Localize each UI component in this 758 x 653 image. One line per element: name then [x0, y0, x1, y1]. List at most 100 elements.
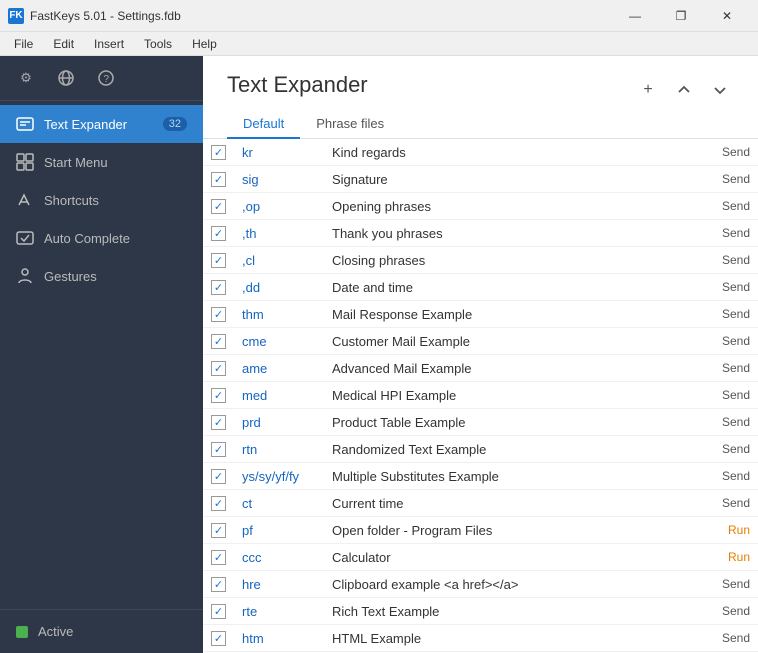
row-checkbox-cell: ✓: [203, 328, 234, 355]
menu-edit[interactable]: Edit: [43, 35, 84, 53]
table-row[interactable]: ✓,thThank you phrasesSend: [203, 220, 758, 247]
table-row[interactable]: ✓medMedical HPI ExampleSend: [203, 382, 758, 409]
action-cell: Send: [698, 436, 758, 463]
table-row[interactable]: ✓,opOpening phrasesSend: [203, 193, 758, 220]
checkbox[interactable]: ✓: [211, 172, 226, 187]
menu-help[interactable]: Help: [182, 35, 227, 53]
status-label: Active: [38, 624, 73, 639]
checkbox[interactable]: ✓: [211, 361, 226, 376]
sidebar-item-start-menu[interactable]: Start Menu: [0, 143, 203, 181]
checkbox[interactable]: ✓: [211, 577, 226, 592]
checkbox[interactable]: ✓: [211, 280, 226, 295]
title-bar-controls: — ❐ ✕: [612, 0, 750, 32]
sidebar-item-text-expander[interactable]: Text Expander 32: [0, 105, 203, 143]
sidebar-item-shortcuts-label: Shortcuts: [44, 193, 187, 208]
table-row[interactable]: ✓ctCurrent timeSend: [203, 490, 758, 517]
tab-phrase-files[interactable]: Phrase files: [300, 110, 400, 139]
add-button[interactable]: +: [634, 76, 662, 104]
description-cell: Product Table Example: [324, 409, 698, 436]
close-button[interactable]: ✕: [704, 0, 750, 32]
shortcut-cell: med: [234, 382, 324, 409]
description-cell: Multiple Substitutes Example: [324, 463, 698, 490]
app-icon: FK: [8, 8, 24, 24]
minimize-button[interactable]: —: [612, 0, 658, 32]
checkbox[interactable]: ✓: [211, 145, 226, 160]
globe-icon[interactable]: [54, 66, 78, 90]
start-menu-icon: [16, 153, 34, 171]
action-cell: Send: [698, 274, 758, 301]
down-button[interactable]: [706, 76, 734, 104]
checkbox[interactable]: ✓: [211, 496, 226, 511]
shortcut-cell: rtn: [234, 436, 324, 463]
checkbox[interactable]: ✓: [211, 307, 226, 322]
checkbox[interactable]: ✓: [211, 604, 226, 619]
checkbox[interactable]: ✓: [211, 523, 226, 538]
header-left: Text Expander Default Phrase files: [227, 72, 400, 138]
sidebar-item-text-expander-label: Text Expander: [44, 117, 153, 132]
row-checkbox-cell: ✓: [203, 463, 234, 490]
menu-tools[interactable]: Tools: [134, 35, 182, 53]
action-cell: Send: [698, 463, 758, 490]
table-row[interactable]: ✓rtnRandomized Text ExampleSend: [203, 436, 758, 463]
sidebar-item-auto-complete[interactable]: Auto Complete: [0, 219, 203, 257]
sidebar-item-start-menu-label: Start Menu: [44, 155, 187, 170]
table-row[interactable]: ✓prdProduct Table ExampleSend: [203, 409, 758, 436]
menu-file[interactable]: File: [4, 35, 43, 53]
row-checkbox-cell: ✓: [203, 193, 234, 220]
table-row[interactable]: ✓hreClipboard example <a href></a>Send: [203, 571, 758, 598]
description-cell: Rich Text Example: [324, 598, 698, 625]
table-row[interactable]: ✓thmMail Response ExampleSend: [203, 301, 758, 328]
up-button[interactable]: [670, 76, 698, 104]
title-bar: FK FastKeys 5.01 - Settings.fdb — ❐ ✕: [0, 0, 758, 32]
row-checkbox-cell: ✓: [203, 247, 234, 274]
checkbox[interactable]: ✓: [211, 388, 226, 403]
sidebar-icons: ⚙ ?: [0, 56, 203, 101]
help-icon[interactable]: ?: [94, 66, 118, 90]
table-row[interactable]: ✓cccCalculatorRun: [203, 544, 758, 571]
description-cell: Date and time: [324, 274, 698, 301]
tabs: Default Phrase files: [227, 110, 400, 138]
checkbox[interactable]: ✓: [211, 550, 226, 565]
sidebar-item-gestures[interactable]: Gestures: [0, 257, 203, 295]
action-cell: Send: [698, 193, 758, 220]
action-cell: Send: [698, 166, 758, 193]
table-row[interactable]: ✓rteRich Text ExampleSend: [203, 598, 758, 625]
app-body: ⚙ ?: [0, 56, 758, 653]
shortcut-cell: ct: [234, 490, 324, 517]
table-row[interactable]: ✓ameAdvanced Mail ExampleSend: [203, 355, 758, 382]
table-row[interactable]: ✓,ddDate and timeSend: [203, 274, 758, 301]
checkbox[interactable]: ✓: [211, 334, 226, 349]
menu-insert[interactable]: Insert: [84, 35, 134, 53]
checkbox[interactable]: ✓: [211, 415, 226, 430]
table-row[interactable]: ✓,clClosing phrasesSend: [203, 247, 758, 274]
sidebar-nav: Text Expander 32 Start Menu: [0, 101, 203, 609]
checkbox[interactable]: ✓: [211, 199, 226, 214]
table-row[interactable]: ✓krKind regardsSend: [203, 139, 758, 166]
table-row[interactable]: ✓sigSignatureSend: [203, 166, 758, 193]
row-checkbox-cell: ✓: [203, 382, 234, 409]
shortcut-cell: ,cl: [234, 247, 324, 274]
row-checkbox-cell: ✓: [203, 166, 234, 193]
action-cell: Run: [698, 517, 758, 544]
table-row[interactable]: ✓ys/sy/yf/fyMultiple Substitutes Example…: [203, 463, 758, 490]
checkbox[interactable]: ✓: [211, 631, 226, 646]
sidebar-item-shortcuts[interactable]: Shortcuts: [0, 181, 203, 219]
checkbox[interactable]: ✓: [211, 469, 226, 484]
settings-icon[interactable]: ⚙: [14, 66, 38, 90]
checkbox[interactable]: ✓: [211, 442, 226, 457]
table-row[interactable]: ✓pfOpen folder - Program FilesRun: [203, 517, 758, 544]
table-row[interactable]: ✓cmeCustomer Mail ExampleSend: [203, 328, 758, 355]
maximize-button[interactable]: ❐: [658, 0, 704, 32]
description-cell: Closing phrases: [324, 247, 698, 274]
menu-bar: File Edit Insert Tools Help: [0, 32, 758, 56]
row-checkbox-cell: ✓: [203, 544, 234, 571]
checkbox[interactable]: ✓: [211, 226, 226, 241]
tab-default[interactable]: Default: [227, 110, 300, 139]
action-cell: Send: [698, 490, 758, 517]
header-actions: +: [634, 76, 734, 104]
description-cell: Advanced Mail Example: [324, 355, 698, 382]
action-cell: Send: [698, 328, 758, 355]
row-checkbox-cell: ✓: [203, 139, 234, 166]
checkbox[interactable]: ✓: [211, 253, 226, 268]
table-row[interactable]: ✓htmHTML ExampleSend: [203, 625, 758, 652]
